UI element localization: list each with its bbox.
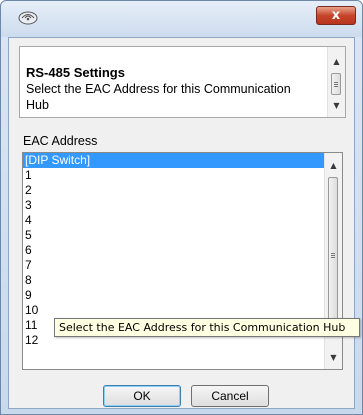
list-item[interactable]: 2 [23, 183, 324, 198]
dialog-client-area: RS-485 Settings Select the EAC Address f… [8, 37, 355, 409]
list-item[interactable]: 3 [23, 198, 324, 213]
list-item[interactable]: 6 [23, 243, 324, 258]
description-scrollbar[interactable]: ▲ ▼ [327, 47, 345, 117]
list-item[interactable]: 1 [23, 168, 324, 183]
communication-hub-icon [18, 11, 38, 25]
close-icon: x [331, 8, 341, 23]
eac-address-label: EAC Address [23, 134, 98, 148]
list-item[interactable]: 5 [23, 228, 324, 243]
list-item[interactable]: 9 [23, 288, 324, 303]
scroll-down-arrow-icon[interactable]: ▼ [325, 349, 342, 366]
eac-address-listbox[interactable]: [DIP Switch] 1 2 3 4 5 6 7 8 9 10 11 12 … [22, 152, 343, 370]
scroll-down-arrow-icon[interactable]: ▼ [328, 97, 345, 114]
ok-button[interactable]: OK [103, 385, 181, 407]
list-item[interactable]: 8 [23, 273, 324, 288]
list-item[interactable]: [DIP Switch] [23, 153, 324, 168]
list-item[interactable]: 10 [23, 303, 324, 318]
title-bar[interactable]: x [1, 1, 362, 37]
description-title: RS-485 Settings [26, 65, 125, 80]
cancel-button[interactable]: Cancel [191, 385, 269, 407]
list-item[interactable]: 4 [23, 213, 324, 228]
description-scroll-thumb[interactable] [331, 73, 341, 95]
list-item[interactable]: 7 [23, 258, 324, 273]
description-text: Select the EAC Address for this Communic… [26, 82, 291, 112]
listbox-scroll-thumb[interactable] [328, 177, 338, 335]
tooltip: Select the EAC Address for this Communic… [54, 318, 360, 337]
list-item[interactable] [23, 348, 324, 363]
scroll-up-arrow-icon[interactable]: ▲ [328, 53, 345, 70]
dialog-window: x RS-485 Settings Select the EAC Address… [0, 0, 363, 415]
description-panel: RS-485 Settings Select the EAC Address f… [19, 46, 346, 118]
close-button[interactable]: x [316, 6, 356, 25]
scroll-up-arrow-icon[interactable]: ▲ [325, 157, 342, 174]
